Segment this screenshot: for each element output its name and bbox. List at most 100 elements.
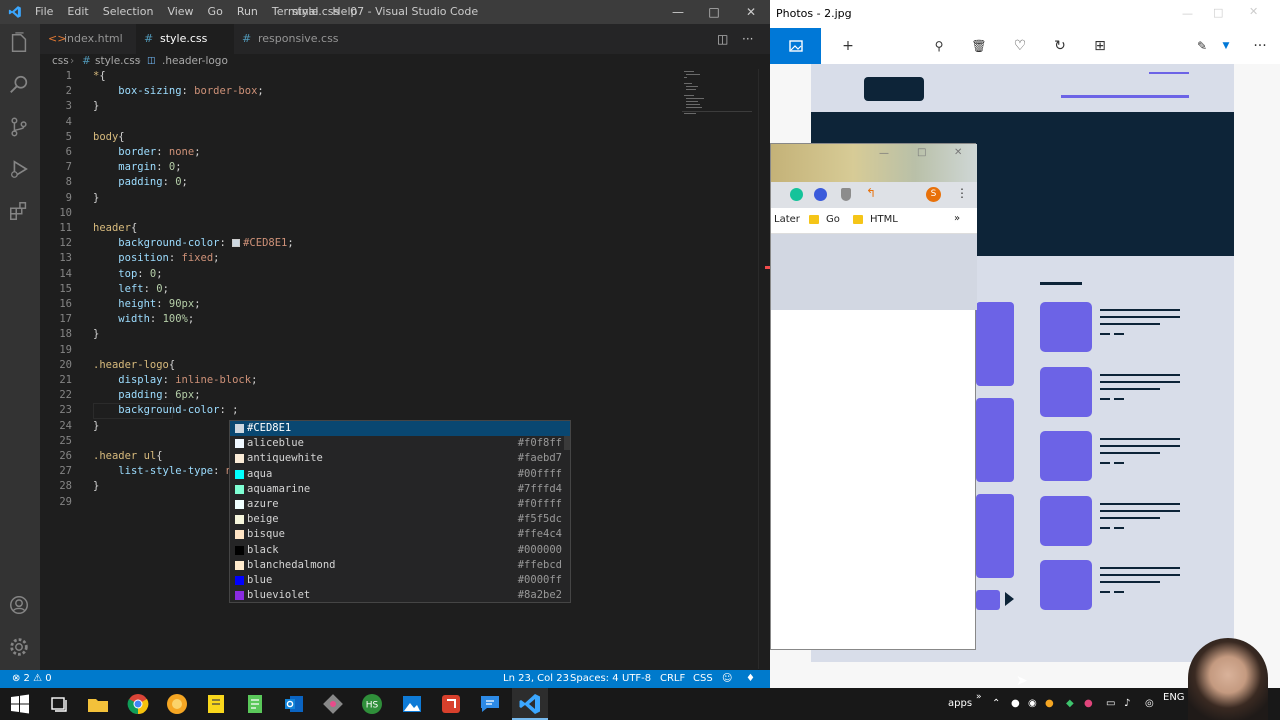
menu-file[interactable]: File	[28, 0, 60, 24]
more-bookmarks-icon[interactable]: »	[954, 213, 960, 224]
code-line[interactable]: .header ul{	[93, 449, 163, 464]
search-icon[interactable]	[8, 74, 32, 98]
close-button[interactable]: ✕	[954, 147, 962, 158]
browser-icon[interactable]	[165, 692, 189, 716]
delete-icon[interactable]: 🗑	[959, 28, 999, 64]
favorite-heart-icon[interactable]: ♡	[1000, 28, 1040, 64]
code-line[interactable]: *{	[93, 69, 106, 84]
cursor-position[interactable]: Ln 23, Col 23	[503, 670, 569, 688]
volume-icon[interactable]: ♪	[1124, 688, 1130, 720]
code-line[interactable]: padding: 6px;	[93, 388, 200, 403]
code-line[interactable]: }	[93, 479, 99, 494]
tray-apps-label[interactable]: apps	[948, 688, 972, 720]
code-line[interactable]: height: 90px;	[93, 297, 200, 312]
network-icon[interactable]: ◉	[1028, 688, 1037, 720]
paint-3d-icon[interactable]	[321, 692, 345, 716]
suggestion-item[interactable]: bisque #ffe4c4	[230, 527, 570, 542]
bookmark-html[interactable]: HTML	[870, 214, 898, 225]
suggestion-item[interactable]: aqua #00ffff	[230, 467, 570, 482]
bookmark-go[interactable]: Go	[826, 214, 840, 225]
minimize-button[interactable]: —	[879, 148, 889, 159]
menu-go[interactable]: Go	[201, 0, 230, 24]
code-line[interactable]: body{	[93, 130, 125, 145]
breadcrumb-file[interactable]: style.css	[95, 54, 140, 68]
tab-responsive-css[interactable]: # responsive.css	[234, 24, 354, 54]
code-line[interactable]: }	[93, 327, 99, 342]
tray-app-icon[interactable]: ●	[1084, 688, 1093, 720]
color-suggestion-list[interactable]: #CED8E1 aliceblue #f0f8ff antiquewhite #faeb…	[229, 420, 571, 603]
code-line[interactable]: display: inline-block;	[93, 373, 257, 388]
show-hidden-icons-icon[interactable]: ⌃	[992, 688, 1000, 720]
grammarly-icon[interactable]	[790, 188, 803, 201]
chevron-right-icon[interactable]: »	[976, 681, 982, 713]
menu-selection[interactable]: Selection	[96, 0, 161, 24]
menu-edit[interactable]: Edit	[60, 0, 95, 24]
vscode-taskbar-icon[interactable]	[518, 692, 542, 716]
extension-icon[interactable]: ↰	[866, 186, 876, 200]
minimize-button[interactable]: —	[660, 0, 696, 24]
menu-help[interactable]: Help	[325, 0, 364, 24]
suggestion-item[interactable]: blanchedalmond #ffebcd	[230, 558, 570, 573]
code-line[interactable]: }	[93, 99, 99, 114]
language-mode[interactable]: CSS	[693, 670, 713, 688]
indentation[interactable]: Spaces: 4	[570, 670, 619, 688]
code-line[interactable]: width: 100%;	[93, 312, 194, 327]
settings-gear-icon[interactable]	[8, 636, 32, 660]
code-line[interactable]: left: 0;	[93, 282, 169, 297]
notifications-bell-icon[interactable]: ♦	[746, 670, 755, 688]
notepad-icon[interactable]	[243, 692, 267, 716]
view-image-button[interactable]	[770, 28, 821, 64]
minimize-button[interactable]: —	[1182, 7, 1193, 20]
account-icon[interactable]	[8, 594, 32, 618]
breadcrumb-folder[interactable]: css	[52, 54, 69, 68]
windows-start-icon[interactable]	[8, 692, 32, 716]
explorer-icon[interactable]	[8, 32, 32, 56]
editor-scrollbar[interactable]	[758, 69, 770, 669]
code-line[interactable]: background-color: ;	[93, 403, 238, 418]
breadcrumb-symbol[interactable]: .header-logo	[162, 54, 228, 68]
code-line[interactable]: top: 0;	[93, 267, 162, 282]
code-line[interactable]: header{	[93, 221, 137, 236]
code-line[interactable]: border: none;	[93, 145, 200, 160]
close-button[interactable]: ✕	[733, 0, 769, 24]
menu-run[interactable]: Run	[230, 0, 265, 24]
extensions-icon[interactable]	[8, 200, 32, 224]
sticky-notes-icon[interactable]	[204, 692, 228, 716]
encoding[interactable]: UTF-8	[622, 670, 651, 688]
suggestion-item[interactable]: #CED8E1	[230, 421, 570, 437]
suggestion-item[interactable]: aquamarine #7fffd4	[230, 482, 570, 497]
photo-canvas[interactable]: — □ ✕ ↰ S ⋮ Later Go HTML »	[770, 64, 1280, 688]
menu-terminal[interactable]: Terminal	[265, 0, 326, 24]
code-line[interactable]: }	[93, 191, 99, 206]
code-line[interactable]: }	[93, 419, 99, 434]
code-line[interactable]: position: fixed;	[93, 251, 219, 266]
maximize-button[interactable]: □	[696, 0, 732, 24]
photos-app-icon[interactable]	[400, 692, 424, 716]
suggestion-item[interactable]: blue #0000ff	[230, 573, 570, 588]
tab-style-css[interactable]: # style.css	[136, 24, 234, 54]
chrome-menu-icon[interactable]: ⋮	[956, 186, 968, 200]
source-control-icon[interactable]	[8, 116, 32, 140]
minimap[interactable]	[682, 69, 752, 119]
task-view-icon[interactable]	[47, 692, 71, 716]
suggestion-item[interactable]: beige #f5f5dc	[230, 512, 570, 527]
code-line[interactable]: background-color: #CED8E1;	[93, 236, 293, 251]
suggestion-item[interactable]: aliceblue #f0f8ff	[230, 436, 570, 451]
code-line[interactable]: list-style-type: n	[93, 464, 232, 479]
hs-app-icon[interactable]: HS	[360, 692, 384, 716]
snagit-icon[interactable]	[439, 692, 463, 716]
profile-avatar[interactable]: S	[926, 187, 941, 202]
more-options-icon[interactable]: ···	[1240, 28, 1280, 64]
split-editor-icon[interactable]: ◫	[717, 24, 728, 54]
shield-tray-icon[interactable]: ◆	[1066, 688, 1074, 720]
end-of-line[interactable]: CRLF	[660, 670, 685, 688]
add-icon[interactable]: +	[828, 28, 868, 64]
crop-icon[interactable]: ⊞	[1080, 28, 1120, 64]
code-line[interactable]: .header-logo{	[93, 358, 175, 373]
menu-view[interactable]: View	[160, 0, 200, 24]
tab-index-html[interactable]: <> index.html	[40, 24, 136, 54]
zoom-icon[interactable]: ⚲	[919, 28, 959, 64]
chat-app-icon[interactable]	[478, 692, 502, 716]
battery-icon[interactable]: ▭	[1106, 688, 1115, 720]
code-line[interactable]: margin: 0;	[93, 160, 181, 175]
